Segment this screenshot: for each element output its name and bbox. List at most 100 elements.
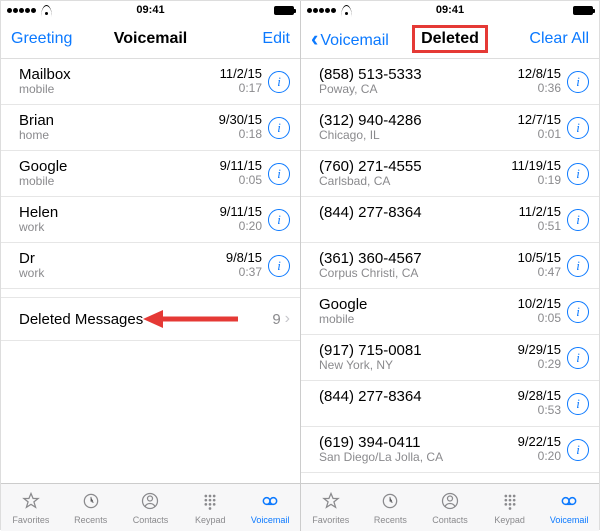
info-icon[interactable]: i (567, 209, 589, 231)
voicemail-row[interactable]: (619) 394-0411 San Diego/La Jolla, CA 9/… (301, 427, 599, 473)
wifi-icon (40, 5, 53, 15)
row-sub: Corpus Christi, CA (319, 267, 518, 281)
voicemail-row[interactable]: (844) 277-8364 9/28/15 0:53 i (301, 381, 599, 427)
row-sub: mobile (19, 175, 220, 189)
nav-bar: Voicemail Deleted Clear All (301, 19, 599, 59)
row-name: (312) 940-4286 (319, 112, 518, 129)
row-date: 9/22/15 (518, 435, 561, 450)
row-sub: mobile (19, 83, 220, 97)
back-button[interactable]: Voicemail (311, 26, 389, 52)
tab-keypad[interactable]: Keypad (180, 484, 240, 531)
nav-bar: Greeting Voicemail Edit (1, 19, 300, 59)
voicemail-row[interactable]: Google mobile 10/2/15 0:05 i (301, 289, 599, 335)
status-bar: 09:41 (1, 1, 300, 19)
row-date: 9/29/15 (518, 343, 561, 358)
tab-bar: Favorites Recents Contacts Keypad Voicem… (301, 483, 599, 531)
row-sub (319, 405, 518, 419)
tab-favorites[interactable]: Favorites (1, 484, 61, 531)
tab-label: Recents (74, 515, 107, 525)
voicemail-icon (259, 491, 281, 513)
voicemail-row[interactable]: Dr work 9/8/15 0:37 i (1, 243, 300, 289)
star-icon (320, 491, 342, 513)
info-icon[interactable]: i (567, 117, 589, 139)
tab-label: Contacts (133, 515, 169, 525)
row-sub: work (19, 221, 220, 235)
row-sub: Poway, CA (319, 83, 518, 97)
info-icon[interactable]: i (268, 117, 290, 139)
row-date: 9/8/15 (226, 251, 262, 266)
row-date: 9/11/15 (220, 159, 262, 174)
row-name: (858) 513-5333 (319, 66, 518, 83)
info-icon[interactable]: i (268, 209, 290, 231)
info-icon[interactable]: i (567, 163, 589, 185)
row-name: (917) 715-0081 (319, 342, 518, 359)
info-icon[interactable]: i (567, 71, 589, 93)
info-icon[interactable]: i (268, 71, 290, 93)
voicemail-row[interactable]: Google mobile 9/11/15 0:05 i (1, 151, 300, 197)
tab-label: Keypad (195, 515, 226, 525)
voicemail-row[interactable]: (760) 271-4555 Carlsbad, CA 11/19/15 0:1… (301, 151, 599, 197)
right-pane: 09:41 Voicemail Deleted Clear All (858) … (300, 1, 599, 531)
tab-contacts[interactable]: Contacts (121, 484, 181, 531)
voicemail-list: Mailbox mobile 11/2/15 0:17 i Brian home… (1, 59, 300, 483)
tab-label: Contacts (432, 515, 468, 525)
row-date: 11/19/15 (511, 159, 561, 174)
voicemail-row[interactable]: (312) 940-4286 Chicago, IL 12/7/15 0:01 … (301, 105, 599, 151)
clear-all-button[interactable]: Clear All (529, 30, 589, 48)
row-date: 11/2/15 (220, 67, 262, 82)
left-pane: 09:41 Greeting Voicemail Edit Mailbox mo… (1, 1, 300, 531)
row-date: 11/2/15 (519, 205, 561, 220)
tab-voicemail[interactable]: Voicemail (240, 484, 300, 531)
edit-button[interactable]: Edit (262, 30, 290, 48)
voicemail-row[interactable]: (844) 277-8364 11/2/15 0:51 i (301, 197, 599, 243)
voicemail-row[interactable]: Brian home 9/30/15 0:18 i (1, 105, 300, 151)
tab-favorites[interactable]: Favorites (301, 484, 361, 531)
tab-keypad[interactable]: Keypad (480, 484, 540, 531)
status-bar: 09:41 (301, 1, 599, 19)
row-duration: 0:05 (220, 174, 262, 188)
row-duration: 0:47 (518, 266, 561, 280)
tab-contacts[interactable]: Contacts (420, 484, 480, 531)
row-date: 10/2/15 (518, 297, 561, 312)
info-icon[interactable]: i (567, 439, 589, 461)
row-duration: 0:18 (219, 128, 262, 142)
tab-bar: Favorites Recents Contacts Keypad Voicem… (1, 483, 300, 531)
info-icon[interactable]: i (268, 255, 290, 277)
voicemail-row[interactable]: Helen work 9/11/15 0:20 i (1, 197, 300, 243)
deleted-label: Deleted Messages (19, 311, 143, 328)
info-icon[interactable]: i (567, 255, 589, 277)
row-duration: 0:19 (511, 174, 561, 188)
row-name: Google (319, 296, 518, 313)
greeting-button[interactable]: Greeting (11, 30, 72, 48)
deleted-messages-row[interactable]: Deleted Messages 9 › (1, 297, 300, 341)
row-name: (361) 360-4567 (319, 250, 518, 267)
wifi-icon (340, 5, 353, 15)
row-sub: mobile (319, 313, 518, 327)
signal-dots-icon (7, 4, 37, 16)
info-icon[interactable]: i (567, 347, 589, 369)
voicemail-row[interactable]: Mailbox mobile 11/2/15 0:17 i (1, 59, 300, 105)
row-sub (319, 221, 519, 235)
tab-recents[interactable]: Recents (361, 484, 421, 531)
row-duration: 0:01 (518, 128, 561, 142)
row-duration: 0:17 (220, 82, 262, 96)
row-duration: 0:29 (518, 358, 561, 372)
row-date: 9/30/15 (219, 113, 262, 128)
row-sub: New York, NY (319, 359, 518, 373)
info-icon[interactable]: i (268, 163, 290, 185)
row-date: 9/11/15 (220, 205, 262, 220)
tab-voicemail[interactable]: Voicemail (539, 484, 599, 531)
info-icon[interactable]: i (567, 301, 589, 323)
row-duration: 0:37 (226, 266, 262, 280)
info-icon[interactable]: i (567, 393, 589, 415)
battery-icon (573, 6, 593, 15)
row-name: (760) 271-4555 (319, 158, 511, 175)
row-name: Helen (19, 204, 220, 221)
row-duration: 0:20 (518, 450, 561, 464)
tab-recents[interactable]: Recents (61, 484, 121, 531)
voicemail-row[interactable]: (858) 513-5333 Poway, CA 12/8/15 0:36 i (301, 59, 599, 105)
voicemail-row[interactable]: (361) 360-4567 Corpus Christi, CA 10/5/1… (301, 243, 599, 289)
row-sub: work (19, 267, 226, 281)
contact-icon (139, 491, 161, 513)
voicemail-row[interactable]: (917) 715-0081 New York, NY 9/29/15 0:29… (301, 335, 599, 381)
